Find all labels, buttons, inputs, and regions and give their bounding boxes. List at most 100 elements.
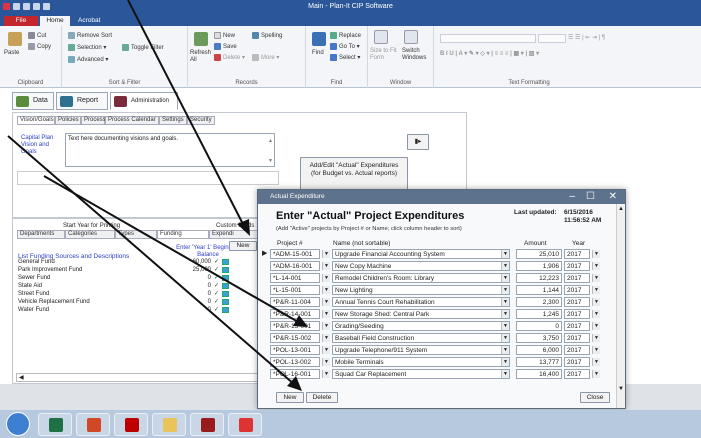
- start-orb-icon[interactable]: [6, 412, 30, 436]
- tab-security[interactable]: Security: [187, 116, 215, 125]
- year-cell[interactable]: 2017: [564, 333, 590, 343]
- project-number-cell[interactable]: *ADM-16-001: [270, 261, 320, 271]
- project-number-cell[interactable]: *P&R-15-002: [270, 333, 320, 343]
- new-record-button[interactable]: New: [214, 32, 235, 39]
- edit-icon[interactable]: [222, 307, 229, 313]
- year-dropdown-icon[interactable]: ▼: [592, 358, 600, 366]
- binoculars-icon[interactable]: [312, 32, 326, 46]
- amount-cell[interactable]: 2,300: [516, 297, 562, 307]
- year-dropdown-icon[interactable]: ▼: [592, 310, 600, 318]
- funding-balance[interactable]: 0: [208, 290, 211, 298]
- project-dropdown-icon[interactable]: ▼: [322, 334, 330, 342]
- tab-departments[interactable]: Departments: [17, 230, 65, 239]
- tab-policies[interactable]: Policies: [55, 116, 81, 125]
- popup-scroll-down-icon[interactable]: ▼: [618, 386, 624, 392]
- popup-scrollbar[interactable]: ▲ ▼: [616, 204, 625, 408]
- tab-expenditures[interactable]: Expendi: [209, 230, 259, 239]
- taskbar-acrobat-reader[interactable]: [228, 413, 262, 436]
- goto-button[interactable]: Go To ▾: [330, 43, 360, 50]
- year-dropdown-icon[interactable]: ▼: [592, 286, 600, 294]
- project-dropdown-icon[interactable]: ▼: [322, 262, 330, 270]
- taskbar-acrobat[interactable]: [190, 413, 224, 436]
- name-dropdown-icon[interactable]: ▼: [501, 322, 509, 330]
- funding-balance[interactable]: 0: [208, 282, 211, 290]
- expenditure-row[interactable]: *P&R-15-002 ▼ Baseball Field Construction ▼…: [270, 333, 604, 343]
- amount-cell[interactable]: 1,245: [516, 309, 562, 319]
- funding-name[interactable]: Water Fund: [18, 306, 49, 314]
- close-window-icon[interactable]: ✕: [609, 190, 617, 203]
- tab-acrobat[interactable]: Acrobat: [72, 16, 106, 26]
- project-name-cell[interactable]: Mobile Terminals: [332, 357, 510, 367]
- project-dropdown-icon[interactable]: ▼: [322, 322, 330, 330]
- year-dropdown-icon[interactable]: ▼: [592, 334, 600, 342]
- edit-icon[interactable]: [222, 259, 229, 265]
- name-dropdown-icon[interactable]: ▼: [501, 310, 509, 318]
- switch-windows-button[interactable]: Switch Windows: [402, 48, 432, 62]
- selection-button[interactable]: Selection ▾: [68, 44, 106, 51]
- funding-balance[interactable]: 0: [208, 306, 211, 314]
- project-number-cell[interactable]: *P&R-11-004: [270, 297, 320, 307]
- project-number-cell[interactable]: *ADM-15-001: [270, 249, 320, 259]
- amount-cell[interactable]: 1,144: [516, 285, 562, 295]
- text-style-buttons[interactable]: B I U | A ▾ ✎ ▾ ◇ ▾ | ≡ ≡ ≡ | ▦ ▾ | ▨ ▾: [440, 50, 539, 57]
- name-dropdown-icon[interactable]: ▼: [501, 286, 509, 294]
- expenditure-row[interactable]: *POL-13-001 ▼ Upgrade Telephone/911 System…: [270, 345, 604, 355]
- year-dropdown-icon[interactable]: ▼: [592, 262, 600, 270]
- select-button[interactable]: Select ▾: [330, 54, 360, 61]
- edit-icon[interactable]: [222, 275, 229, 281]
- tab-settings[interactable]: Settings: [159, 116, 187, 125]
- amount-cell[interactable]: 6,000: [516, 345, 562, 355]
- more-button[interactable]: More ▾: [252, 54, 279, 61]
- amount-cell[interactable]: 13,777: [516, 357, 562, 367]
- taskbar-powerpoint[interactable]: [76, 413, 110, 436]
- year-cell[interactable]: 2017: [564, 285, 590, 295]
- expenditure-row[interactable]: *L-14-001 ▼ Remodel Children's Room: Libra…: [270, 273, 604, 283]
- scroll-left-icon[interactable]: ◀: [19, 374, 24, 381]
- paste-button[interactable]: Paste: [4, 50, 19, 56]
- year-cell[interactable]: 2017: [564, 309, 590, 319]
- popup-scroll-up-icon[interactable]: ▲: [618, 206, 624, 212]
- find-button[interactable]: Find: [312, 50, 324, 56]
- year-dropdown-icon[interactable]: ▼: [592, 322, 600, 330]
- year-dropdown-icon[interactable]: ▼: [592, 250, 600, 258]
- tab-process-calendar[interactable]: Process Calendar: [105, 116, 159, 125]
- project-number-cell[interactable]: *L-14-001: [270, 273, 320, 283]
- expenditure-row[interactable]: *P&R-14-001 ▼ New Storage Shed: Central Pa…: [270, 309, 604, 319]
- tab-process[interactable]: Process: [81, 116, 106, 125]
- name-dropdown-icon[interactable]: ▼: [501, 274, 509, 282]
- project-name-cell[interactable]: New Lighting: [332, 285, 510, 295]
- funding-name[interactable]: Vehicle Replacement Fund: [18, 298, 90, 306]
- funding-balance[interactable]: 25,000: [193, 266, 211, 274]
- minimize-icon[interactable]: –: [569, 190, 575, 203]
- checkmark-icon[interactable]: ✓: [214, 258, 219, 266]
- expenditure-row[interactable]: ▶ *ADM-15-001 ▼ Upgrade Financial Accountin…: [262, 249, 604, 259]
- funding-name[interactable]: Park Improvement Fund: [18, 266, 82, 274]
- funding-name[interactable]: Sewer Fund: [18, 274, 50, 282]
- checkmark-icon[interactable]: ✓: [214, 274, 219, 282]
- name-dropdown-icon[interactable]: ▼: [501, 334, 509, 342]
- amount-cell[interactable]: 0: [516, 321, 562, 331]
- tab-types[interactable]: Types: [115, 230, 157, 239]
- maximize-icon[interactable]: ☐: [586, 190, 595, 203]
- edit-icon[interactable]: [222, 291, 229, 297]
- project-dropdown-icon[interactable]: ▼: [322, 370, 330, 378]
- checkmark-icon[interactable]: ✓: [214, 306, 219, 314]
- list-buttons[interactable]: ☰ ☰ | ⇤ ⇥ | ¶: [568, 34, 605, 41]
- doc-tab-data[interactable]: Data: [12, 92, 54, 110]
- funding-scrollbar[interactable]: ◀: [16, 373, 260, 382]
- amount-cell[interactable]: 16,400: [516, 369, 562, 379]
- funding-row[interactable]: Water Fund 0 ✓: [16, 306, 241, 314]
- funding-name[interactable]: State Aid: [18, 282, 42, 290]
- save-record-button[interactable]: Save: [214, 43, 237, 50]
- funding-row[interactable]: Street Fund 0 ✓: [16, 290, 241, 298]
- year-dropdown-icon[interactable]: ▼: [592, 274, 600, 282]
- project-name-cell[interactable]: New Storage Shed: Central Park: [332, 309, 510, 319]
- remove-sort-button[interactable]: Remove Sort: [68, 32, 112, 39]
- project-name-cell[interactable]: Remodel Children's Room: Library: [332, 273, 510, 283]
- year-cell[interactable]: 2017: [564, 261, 590, 271]
- year-dropdown-icon[interactable]: ▼: [592, 298, 600, 306]
- doc-tab-report[interactable]: Report: [56, 92, 108, 110]
- project-dropdown-icon[interactable]: ▼: [322, 346, 330, 354]
- checkmark-icon[interactable]: ✓: [214, 282, 219, 290]
- advanced-button[interactable]: Advanced ▾: [68, 56, 108, 63]
